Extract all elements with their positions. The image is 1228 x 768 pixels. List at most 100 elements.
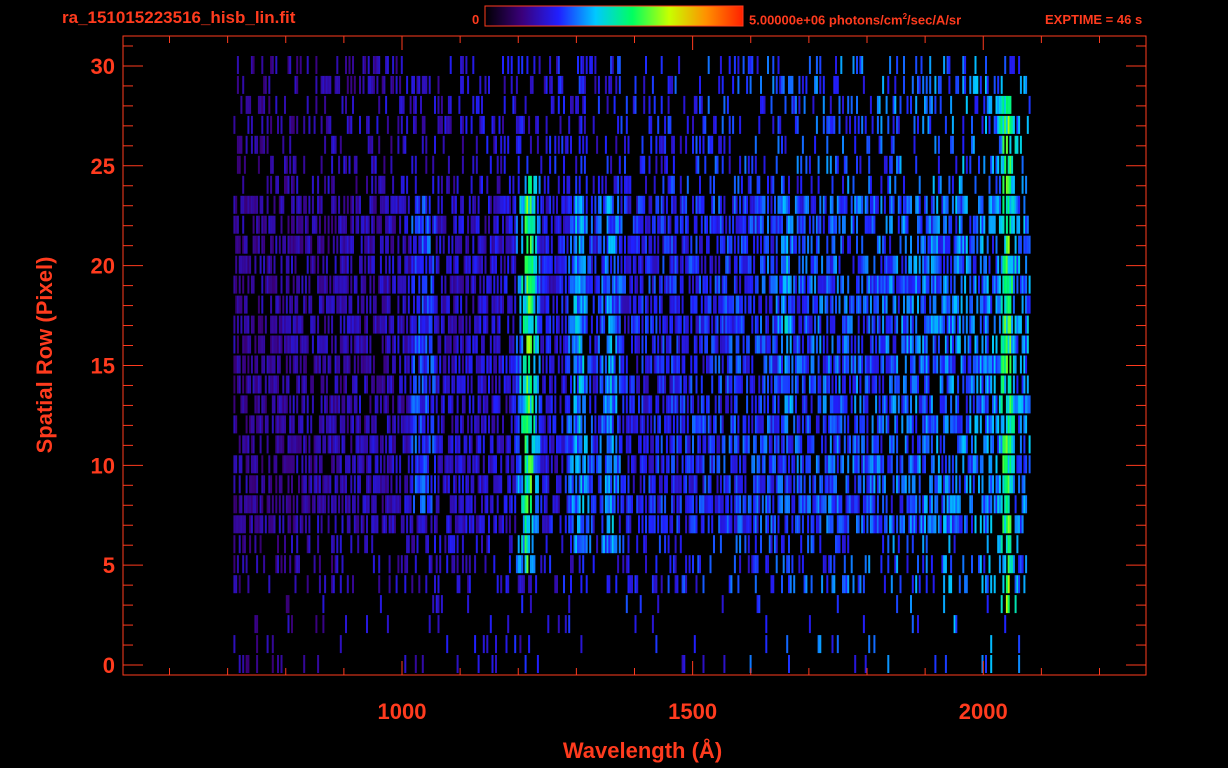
heatmap-cell (950, 395, 953, 414)
heatmap-cell (345, 355, 347, 374)
heatmap-cell (545, 355, 548, 374)
heatmap-cell (936, 415, 939, 434)
heatmap-cell (798, 215, 801, 234)
heatmap-cell (529, 415, 532, 434)
heatmap-cell (587, 255, 590, 274)
heatmap-cell (392, 515, 395, 534)
heatmap-cell (721, 355, 724, 374)
heatmap-cell (775, 375, 778, 394)
heatmap-cell (1005, 275, 1008, 294)
heatmap-cell (564, 615, 567, 634)
heatmap-cell (528, 535, 531, 554)
heatmap-cell (965, 395, 968, 414)
heatmap-cell (547, 315, 550, 334)
heatmap-cell (819, 295, 822, 314)
heatmap-cell (758, 595, 761, 614)
heatmap-cell (930, 315, 933, 334)
heatmap-cell (280, 415, 283, 434)
heatmap-cell (702, 515, 705, 534)
heatmap-cell (882, 535, 885, 554)
heatmap-cell (543, 215, 546, 234)
heatmap-cell (777, 395, 780, 414)
heatmap-cell (910, 515, 912, 534)
heatmap-cell (259, 435, 262, 454)
heatmap-cell (372, 555, 375, 574)
heatmap-cell (986, 515, 989, 534)
heatmap-cell (775, 215, 778, 234)
heatmap-cell (726, 495, 729, 514)
heatmap-cell (505, 495, 508, 514)
heatmap-cell (273, 355, 276, 374)
heatmap-cell (866, 315, 869, 334)
heatmap-cell (922, 555, 925, 574)
heatmap-cell (641, 335, 644, 354)
heatmap-cell (233, 355, 236, 374)
heatmap-cell (723, 655, 726, 673)
heatmap-cell (641, 295, 644, 314)
heatmap-cell (646, 315, 649, 334)
heatmap-cell (310, 455, 313, 474)
heatmap-cell (489, 355, 492, 374)
heatmap-cell (447, 535, 450, 554)
heatmap-cell (243, 295, 246, 314)
heatmap-cell (238, 475, 241, 494)
heatmap-cell (791, 215, 794, 234)
heatmap-cell (397, 415, 400, 434)
heatmap-cell (331, 315, 334, 334)
heatmap-cell (236, 335, 239, 354)
heatmap-cell (754, 535, 757, 554)
heatmap-cell (233, 335, 236, 354)
heatmap-cell (658, 295, 661, 314)
heatmap-cell (754, 515, 757, 534)
heatmap-cell (536, 495, 539, 514)
heatmap-cell (735, 535, 738, 554)
heatmap-cell (805, 255, 808, 274)
heatmap-cell (671, 255, 674, 274)
heatmap-cell (650, 235, 653, 254)
heatmap-cell (275, 475, 278, 494)
heatmap-cell (590, 315, 593, 334)
heatmap-cell (620, 295, 623, 314)
heatmap-cell (838, 415, 841, 434)
heatmap-cell (862, 415, 865, 434)
heatmap-cell (284, 335, 286, 354)
heatmap-cell (596, 355, 599, 374)
heatmap-cell (332, 435, 335, 454)
heatmap-cell (1021, 375, 1024, 394)
heatmap-cell (341, 295, 344, 314)
heatmap-cell (998, 295, 1001, 314)
heatmap-cell (578, 395, 581, 414)
heatmap-cell (390, 475, 393, 494)
heatmap-cell (733, 235, 736, 254)
heatmap-cell (1021, 335, 1024, 354)
heatmap-cell (838, 295, 841, 314)
heatmap-cell (664, 515, 667, 534)
heatmap-cell (965, 575, 968, 594)
heatmap-cell (930, 235, 933, 254)
heatmap-cell (372, 215, 375, 234)
heatmap-cell (556, 495, 558, 514)
heatmap-cell (847, 335, 850, 354)
heatmap-cell (1012, 295, 1015, 314)
heatmap-cell (639, 415, 642, 434)
heatmap-cell (563, 235, 565, 254)
heatmap-cell (500, 515, 503, 534)
heatmap-cell (388, 495, 391, 514)
heatmap-cell (788, 455, 790, 474)
heatmap-cell (376, 515, 379, 534)
heatmap-cell (508, 335, 511, 354)
heatmap-cell (882, 495, 885, 514)
heatmap-cell (798, 275, 801, 294)
heatmap-cell (746, 395, 749, 414)
heatmap-cell (280, 255, 283, 274)
heatmap-cell (671, 455, 674, 474)
heatmap-cell (1005, 235, 1008, 254)
heatmap-cell (917, 235, 919, 254)
heatmap-cell (240, 315, 243, 334)
heatmap-cell (896, 515, 899, 534)
heatmap-cell (903, 475, 905, 494)
heatmap-cell (463, 435, 466, 454)
heatmap-cell (369, 355, 372, 374)
heatmap-cell (611, 495, 614, 514)
heatmap-cell (903, 515, 905, 534)
